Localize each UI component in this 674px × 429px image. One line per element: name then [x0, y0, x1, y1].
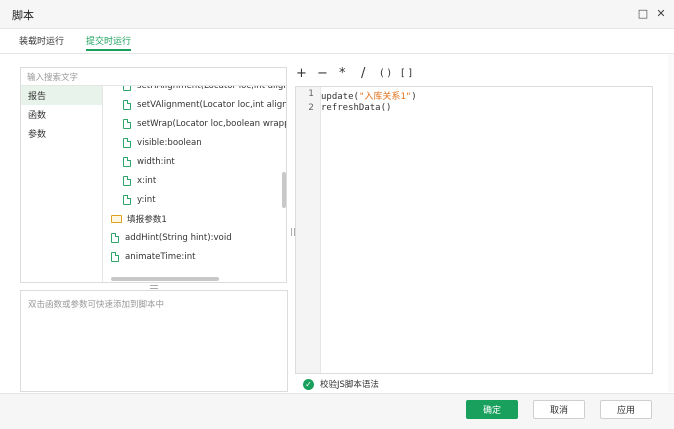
check-circle-icon: ✓ — [303, 378, 314, 390]
line-number: 1 — [308, 89, 314, 99]
code-text: refreshData() — [321, 103, 392, 113]
tree-item-label: x:int — [137, 175, 157, 186]
tree-item-label: addHint(String hint):void — [125, 232, 232, 243]
tree-item-label: width:int — [137, 156, 175, 167]
tree-item-label: visible:boolean — [137, 137, 202, 148]
tree-horizontal-scrollbar[interactable] — [111, 277, 219, 281]
tree-item[interactable]: setVAlignment(Locator loc,int align):v — [103, 95, 286, 114]
active-tab-indicator — [86, 49, 131, 51]
divide-operator-button[interactable]: / — [361, 66, 365, 81]
file-icon — [123, 156, 131, 167]
cancel-button[interactable]: 取消 — [533, 400, 585, 419]
file-icon — [123, 137, 131, 148]
script-editor[interactable]: 1 2 update("入库关系1") refreshData() — [295, 86, 653, 374]
tree-item[interactable]: animateTime:int — [103, 247, 286, 266]
category-parameters[interactable]: 参数 — [21, 124, 102, 143]
ok-button[interactable]: 确定 — [466, 400, 518, 419]
validate-syntax[interactable]: ✓ 校验JS脚本语法 — [295, 375, 653, 393]
tree-item[interactable]: x:int — [103, 171, 286, 190]
tree-item-label: setHAlignment(Locator loc,int align):v — [137, 86, 286, 91]
apply-button[interactable]: 应用 — [600, 400, 652, 419]
tree-item[interactable]: visible:boolean — [103, 133, 286, 152]
tree-item[interactable]: setWrap(Locator loc,boolean wrapped — [103, 114, 286, 133]
tree-item-label: animateTime:int — [125, 251, 196, 262]
tree-item[interactable]: y:int — [103, 190, 286, 209]
dialog-scrollbar-track — [668, 54, 674, 392]
tree-vertical-scrollbar[interactable] — [282, 172, 286, 208]
category-functions[interactable]: 函数 — [21, 105, 102, 124]
code-string-literal: "入库关系1" — [358, 92, 412, 102]
object-browser: 输入搜索文字 报告 函数 参数 setHAlignment(Locator lo… — [20, 67, 287, 283]
horizontal-splitter-handle[interactable] — [150, 285, 158, 289]
tree-item[interactable]: addHint(String hint):void — [103, 228, 286, 247]
file-icon — [123, 86, 131, 91]
minus-operator-button[interactable]: − — [317, 66, 328, 81]
tree-item-label: y:int — [137, 194, 156, 205]
maximize-icon[interactable]: □ — [636, 6, 650, 20]
validate-label: 校验JS脚本语法 — [320, 380, 379, 390]
tree-item[interactable]: width:int — [103, 152, 286, 171]
code-line[interactable]: refreshData() — [321, 103, 391, 113]
category-list: 报告 函数 参数 — [21, 86, 103, 282]
file-icon — [123, 194, 131, 205]
line-number-gutter: 1 2 — [296, 87, 321, 373]
category-report[interactable]: 报告 — [21, 86, 102, 105]
multiply-operator-button[interactable]: * — [339, 66, 346, 81]
file-icon — [123, 118, 131, 129]
file-icon — [111, 251, 119, 262]
brackets-operator-button[interactable]: [ ] — [401, 68, 412, 79]
tree-folder[interactable]: 填报参数1 — [103, 209, 286, 228]
dialog-footer: 确定 取消 应用 — [0, 393, 674, 429]
tab-on-submit[interactable]: 提交时运行 — [86, 34, 131, 47]
code-line[interactable]: update("入库关系1") — [321, 89, 417, 102]
description-hint: 双击函数或参数可快速添加到脚本中 — [28, 300, 165, 310]
search-input[interactable]: 输入搜索文字 — [21, 68, 286, 86]
window-title: 脚本 — [12, 9, 34, 22]
tree-item-label: setVAlignment(Locator loc,int align):v — [137, 99, 286, 110]
tab-on-load[interactable]: 装载时运行 — [19, 34, 64, 47]
tree-item-label: 填报参数1 — [127, 214, 167, 225]
file-icon — [111, 232, 119, 243]
code-text: ) — [411, 92, 417, 102]
parentheses-operator-button[interactable]: ( ) — [380, 68, 391, 79]
tree-item[interactable]: setHAlignment(Locator loc,int align):v — [103, 86, 286, 95]
title-bar: 脚本 □ ✕ — [0, 0, 674, 29]
file-icon — [123, 99, 131, 110]
folder-icon — [111, 214, 122, 223]
description-panel: 双击函数或参数可快速添加到脚本中 — [20, 290, 288, 392]
plus-operator-button[interactable]: + — [296, 66, 307, 81]
code-text: update( — [321, 92, 359, 102]
member-tree: setHAlignment(Locator loc,int align):v se… — [103, 86, 286, 279]
close-icon[interactable]: ✕ — [654, 6, 668, 20]
tree-item-label: setWrap(Locator loc,boolean wrapped — [137, 118, 286, 129]
line-number: 2 — [308, 103, 314, 113]
file-icon — [123, 175, 131, 186]
